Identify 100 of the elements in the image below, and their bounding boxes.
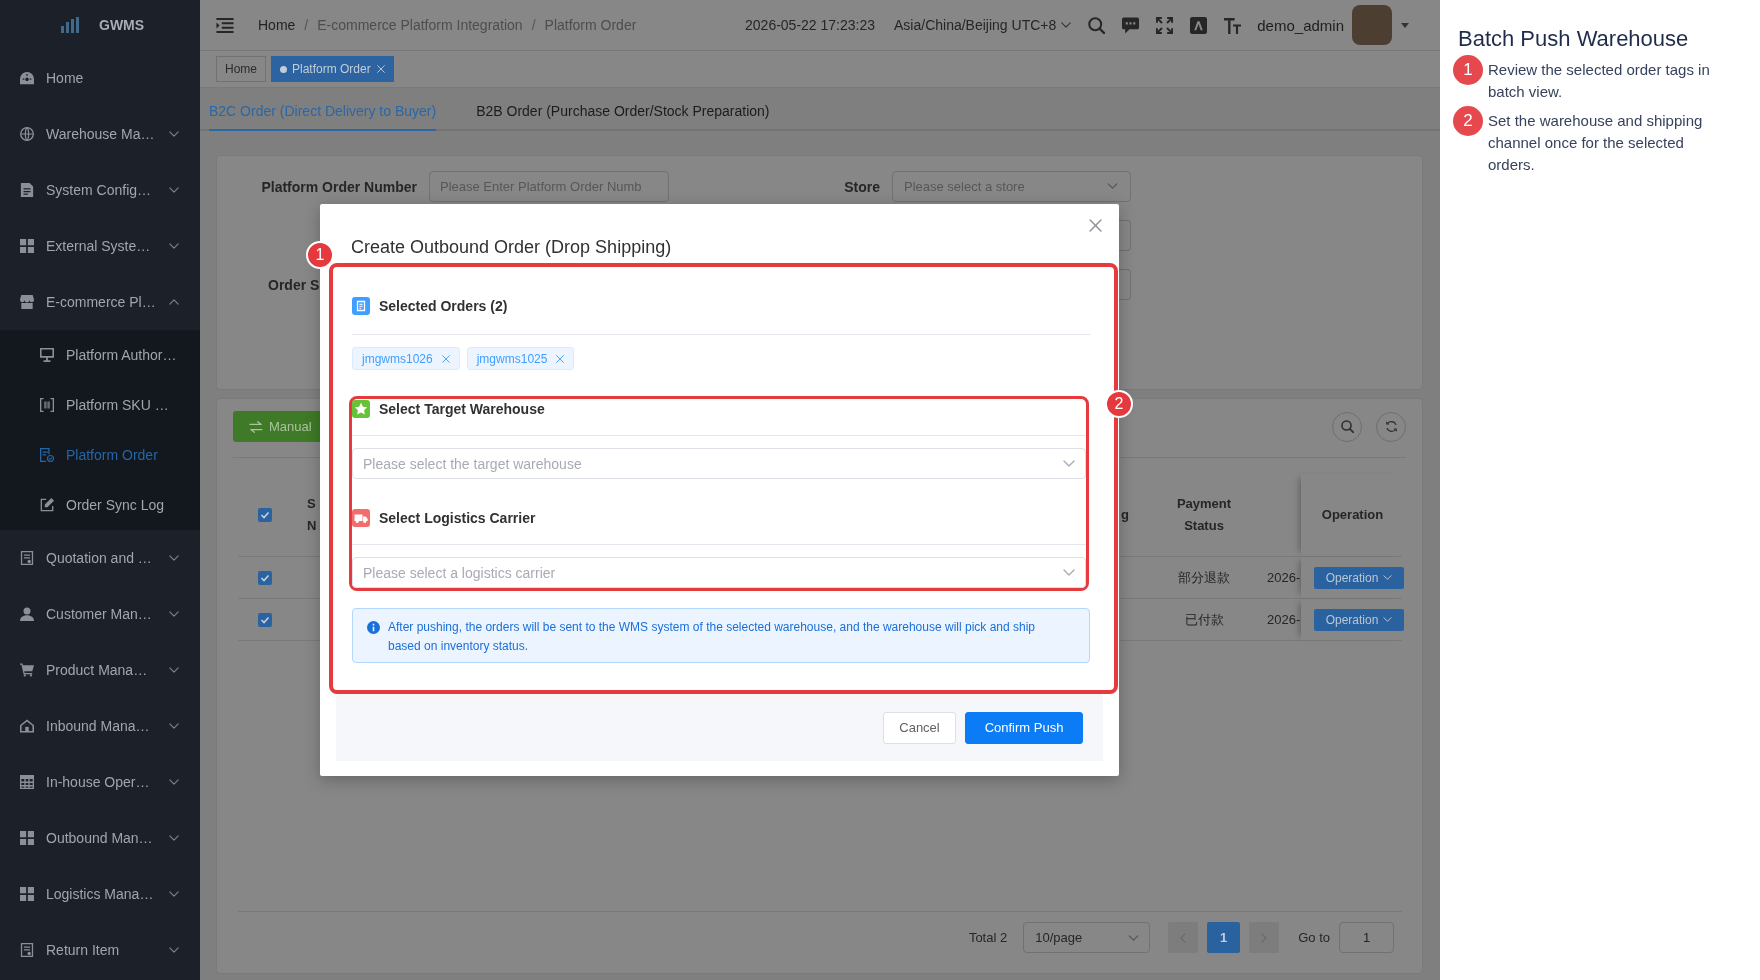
store-icon [20,295,34,309]
table-cell: 2026- [1267,570,1301,585]
alert-text: After pushing, the orders will be sent to the WMS system of the selected warehouse, and the warehouse will pick and ship based on inventory status. [388,619,1036,655]
chevron-down-icon [169,667,179,673]
sidebar-item[interactable]: Product Mana… [0,642,200,698]
fullscreen-icon[interactable] [1156,16,1174,34]
user-icon [20,607,34,621]
avatar-placeholder[interactable] [1352,5,1392,45]
search-icon [1340,420,1354,433]
step-badge: 1 [306,241,334,269]
username: demo_admin [1257,16,1344,34]
guide-title: Batch Push Warehouse [1458,25,1689,53]
chevron-down-icon [169,555,179,561]
tag-label: jmgwms1025 [476,351,548,366]
chevron-down-icon [1063,460,1075,467]
breadcrumb-link[interactable]: Home [258,17,296,33]
sidebar-item[interactable]: Platform Author… [0,330,200,380]
close-icon[interactable] [1089,219,1102,232]
refresh-icon [1384,420,1398,433]
checkbox[interactable] [257,570,272,585]
chevron-down-icon [1383,617,1393,622]
chevron-down-icon [169,187,179,193]
breadcrumb-item: Platform Order [544,17,637,33]
page-jump-input[interactable]: 1 [1339,922,1394,953]
sidebar-item[interactable]: Order Sync Log [0,480,200,530]
section-title: Select Target Warehouse [379,401,545,417]
search-icon[interactable] [1088,16,1106,34]
sidebar-item[interactable]: System Config… [0,162,200,218]
home-icon [20,719,34,733]
globe-icon [20,127,34,141]
chevron-down-icon [169,779,179,785]
app-name: GWMS [99,17,145,33]
sidebar-item[interactable]: In-house Oper… [0,754,200,810]
chevron-down-icon [1063,569,1075,576]
table-cell: 已付款 [1184,610,1224,629]
sidebar-item[interactable]: Logistics Mana… [0,866,200,922]
sidebar-item[interactable]: Customer Man… [0,586,200,642]
step-badge: 1 [1453,55,1483,85]
sidebar-item[interactable]: Return Item [0,922,200,978]
caret-icon[interactable] [1401,22,1409,28]
grid-icon [20,887,34,901]
table-cell: 2026- [1267,612,1301,627]
menu-icon[interactable] [216,17,234,33]
confirm-button[interactable]: Confirm Push [965,711,1083,744]
swap-icon [249,420,263,433]
chevron-down-icon [169,891,179,897]
checkbox[interactable] [257,612,272,627]
edit-icon [40,498,54,512]
section-title: Selected Orders (2) [379,298,508,314]
document-icon [20,551,34,565]
page-tab[interactable]: Home [216,56,266,82]
chevron-down-icon [1128,934,1140,941]
breadcrumb-separator: / [304,17,309,33]
monitor-icon [40,348,54,362]
close-icon[interactable] [556,354,565,363]
field-label: Store [844,178,880,195]
dot-icon [280,65,287,73]
page-tab[interactable]: Platform Order [271,56,394,82]
logo-icon [61,17,81,33]
checkbox[interactable] [257,508,272,522]
jump-label: Go to [1298,930,1330,945]
step-badge: 2 [1105,390,1133,418]
chevron-down-icon [169,835,179,841]
timezone-select[interactable]: Asia/China/Beijing UTC+8 [894,17,1072,33]
table-cell: 部分退款 [1178,568,1230,587]
page-size-select[interactable]: 10/page [1023,922,1151,953]
column-header: S N [307,495,318,535]
sidebar-item[interactable]: Platform SKU … [0,380,200,430]
operation-button[interactable]: Operation [1314,566,1404,589]
step-text: Set the warehouse and shipping channel once for the selected orders. [1488,111,1704,175]
sidebar-item[interactable]: Warehouse Ma… [0,106,200,162]
date-time: 2026-05-22 17:23:23 [745,17,876,33]
column-header: Operation [1321,506,1384,524]
document-check-icon [40,448,54,462]
table-icon [20,775,34,789]
document-icon [20,943,34,957]
sidebar-item[interactable]: External Syste… [0,218,200,274]
translate-icon[interactable] [1190,16,1208,34]
document-icon [20,183,34,197]
chevron-down-icon [1061,22,1072,28]
sidebar-item[interactable]: Quotation and … [0,530,200,586]
cancel-button[interactable]: Cancel [883,711,956,744]
sidebar-item[interactable]: E-commerce Pl… [0,274,200,330]
tab[interactable]: B2B Order (Purchase Order/Stock Preparation) [476,92,770,131]
sidebar-item[interactable]: Inbound Mana… [0,698,200,754]
chevron-down-icon [1107,183,1118,189]
close-icon[interactable] [441,354,450,363]
step-badge: 2 [1453,106,1483,136]
sidebar-item[interactable]: Home [0,50,200,106]
page-button[interactable]: 1 [1207,922,1241,953]
grid-icon [20,831,34,845]
chevron-down-icon [169,243,179,249]
grid-icon [20,239,34,253]
column-header: g [1121,506,1129,524]
chat-icon[interactable] [1122,16,1140,34]
text-size-icon[interactable] [1224,16,1242,34]
close-icon[interactable] [376,65,385,73]
cart-icon [20,663,34,677]
sidebar-item[interactable]: Outbound Man… [0,810,200,866]
operation-button[interactable]: Operation [1314,608,1404,631]
